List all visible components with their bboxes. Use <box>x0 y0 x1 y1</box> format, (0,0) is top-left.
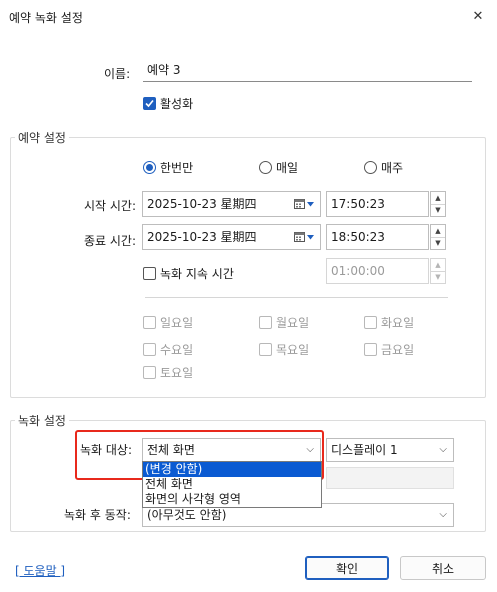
duration-checkbox[interactable] <box>143 267 156 280</box>
weekday-label: 월요일 <box>276 316 310 330</box>
spin-down-icon[interactable]: ▼ <box>431 236 445 250</box>
weekday-label: 토요일 <box>160 366 194 380</box>
duration-label: 녹화 지속 시간 <box>160 267 234 281</box>
start-time-spinner[interactable]: ▲ ▼ <box>430 191 446 217</box>
weekday-sunday: 일요일 <box>143 314 193 331</box>
help-link[interactable]: [ 도움말 ] <box>15 562 65 579</box>
name-label: 이름: <box>104 67 131 81</box>
end-time-label: 종료 시간: <box>84 234 137 248</box>
end-date-value: 2025-10-23 星期四 <box>147 230 257 244</box>
enable-checkbox[interactable] <box>143 97 156 110</box>
after-action-value: (아무것도 안함) <box>147 508 227 522</box>
weekday-label: 수요일 <box>160 343 194 357</box>
weekday-checkbox <box>143 366 156 379</box>
target-dropdown-list[interactable]: (변경 안함) 전체 화면 화면의 사각형 영역 <box>142 461 322 508</box>
display-placeholder-area <box>326 467 454 489</box>
radio-weekly-label: 매주 <box>381 161 404 175</box>
calendar-icon[interactable] <box>294 225 314 249</box>
radio-weekly[interactable]: 매주 <box>364 159 403 176</box>
dropdown-option[interactable]: 화면의 사각형 영역 <box>143 492 321 507</box>
radio-weekly-button[interactable] <box>364 161 377 174</box>
radio-once-button[interactable] <box>143 161 156 174</box>
weekday-monday: 월요일 <box>259 314 309 331</box>
enable-label: 활성화 <box>160 97 194 111</box>
close-button[interactable]: ✕ <box>459 0 497 32</box>
duration-spinner: ▲ ▼ <box>430 258 446 284</box>
spin-up-icon: ▲ <box>435 260 441 269</box>
checkmark-icon <box>145 99 154 108</box>
radio-daily[interactable]: 매일 <box>259 159 298 176</box>
radio-daily-button[interactable] <box>259 161 272 174</box>
weekday-checkbox <box>259 343 272 356</box>
display-combo[interactable]: 디스플레이 1 ⌵ <box>326 438 454 462</box>
weekday-checkbox <box>259 316 272 329</box>
start-date-value: 2025-10-23 星期四 <box>147 197 257 211</box>
spin-up-icon[interactable]: ▲ <box>431 225 445 237</box>
weekday-label: 목요일 <box>276 343 310 357</box>
calendar-icon[interactable] <box>294 192 314 216</box>
chevron-down-icon: ⌵ <box>439 509 447 520</box>
schedule-group-label: 예약 설정 <box>15 129 69 146</box>
name-input[interactable]: 예약 3 <box>143 60 472 82</box>
duration-checkbox-row[interactable]: 녹화 지속 시간 <box>143 265 234 282</box>
end-time-input[interactable]: 18:50:23 <box>326 224 429 250</box>
spin-down-icon[interactable]: ▼ <box>431 203 445 217</box>
end-date-picker[interactable]: 2025-10-23 星期四 <box>142 224 321 250</box>
dropdown-option[interactable]: (변경 안함) <box>143 462 321 477</box>
weekday-checkbox <box>143 316 156 329</box>
weekday-wednesday: 수요일 <box>143 341 193 358</box>
chevron-down-icon: ⌵ <box>439 444 447 455</box>
radio-once-label: 한번만 <box>160 161 194 175</box>
close-icon: ✕ <box>472 8 484 24</box>
display-combo-value: 디스플레이 1 <box>331 443 398 457</box>
spin-down-icon: ▼ <box>431 270 445 284</box>
weekday-checkbox <box>143 343 156 356</box>
cancel-button[interactable]: 취소 <box>400 556 486 580</box>
weekday-checkbox <box>364 316 377 329</box>
end-time-spinner[interactable]: ▲ ▼ <box>430 224 446 250</box>
weekday-tuesday: 화요일 <box>364 314 414 331</box>
weekday-label: 금요일 <box>381 343 415 357</box>
ok-button[interactable]: 확인 <box>305 556 389 580</box>
weekday-label: 일요일 <box>160 316 194 330</box>
after-action-label: 녹화 후 동작: <box>64 508 131 522</box>
radio-once[interactable]: 한번만 <box>143 159 193 176</box>
separator <box>145 297 448 298</box>
weekday-checkbox <box>364 343 377 356</box>
weekday-saturday: 토요일 <box>143 364 193 381</box>
dropdown-option[interactable]: 전체 화면 <box>143 477 321 492</box>
weekday-friday: 금요일 <box>364 341 414 358</box>
enable-checkbox-row[interactable]: 활성화 <box>143 95 193 112</box>
window-title: 예약 녹화 설정 <box>9 11 83 25</box>
weekday-label: 화요일 <box>381 316 415 330</box>
radio-daily-label: 매일 <box>276 161 299 175</box>
weekday-thursday: 목요일 <box>259 341 309 358</box>
start-time-input[interactable]: 17:50:23 <box>326 191 429 217</box>
spin-up-icon[interactable]: ▲ <box>431 192 445 204</box>
recording-group-label: 녹화 설정 <box>15 412 69 429</box>
duration-input: 01:00:00 <box>326 258 429 284</box>
start-date-picker[interactable]: 2025-10-23 星期四 <box>142 191 321 217</box>
start-time-label: 시작 시간: <box>84 199 137 213</box>
